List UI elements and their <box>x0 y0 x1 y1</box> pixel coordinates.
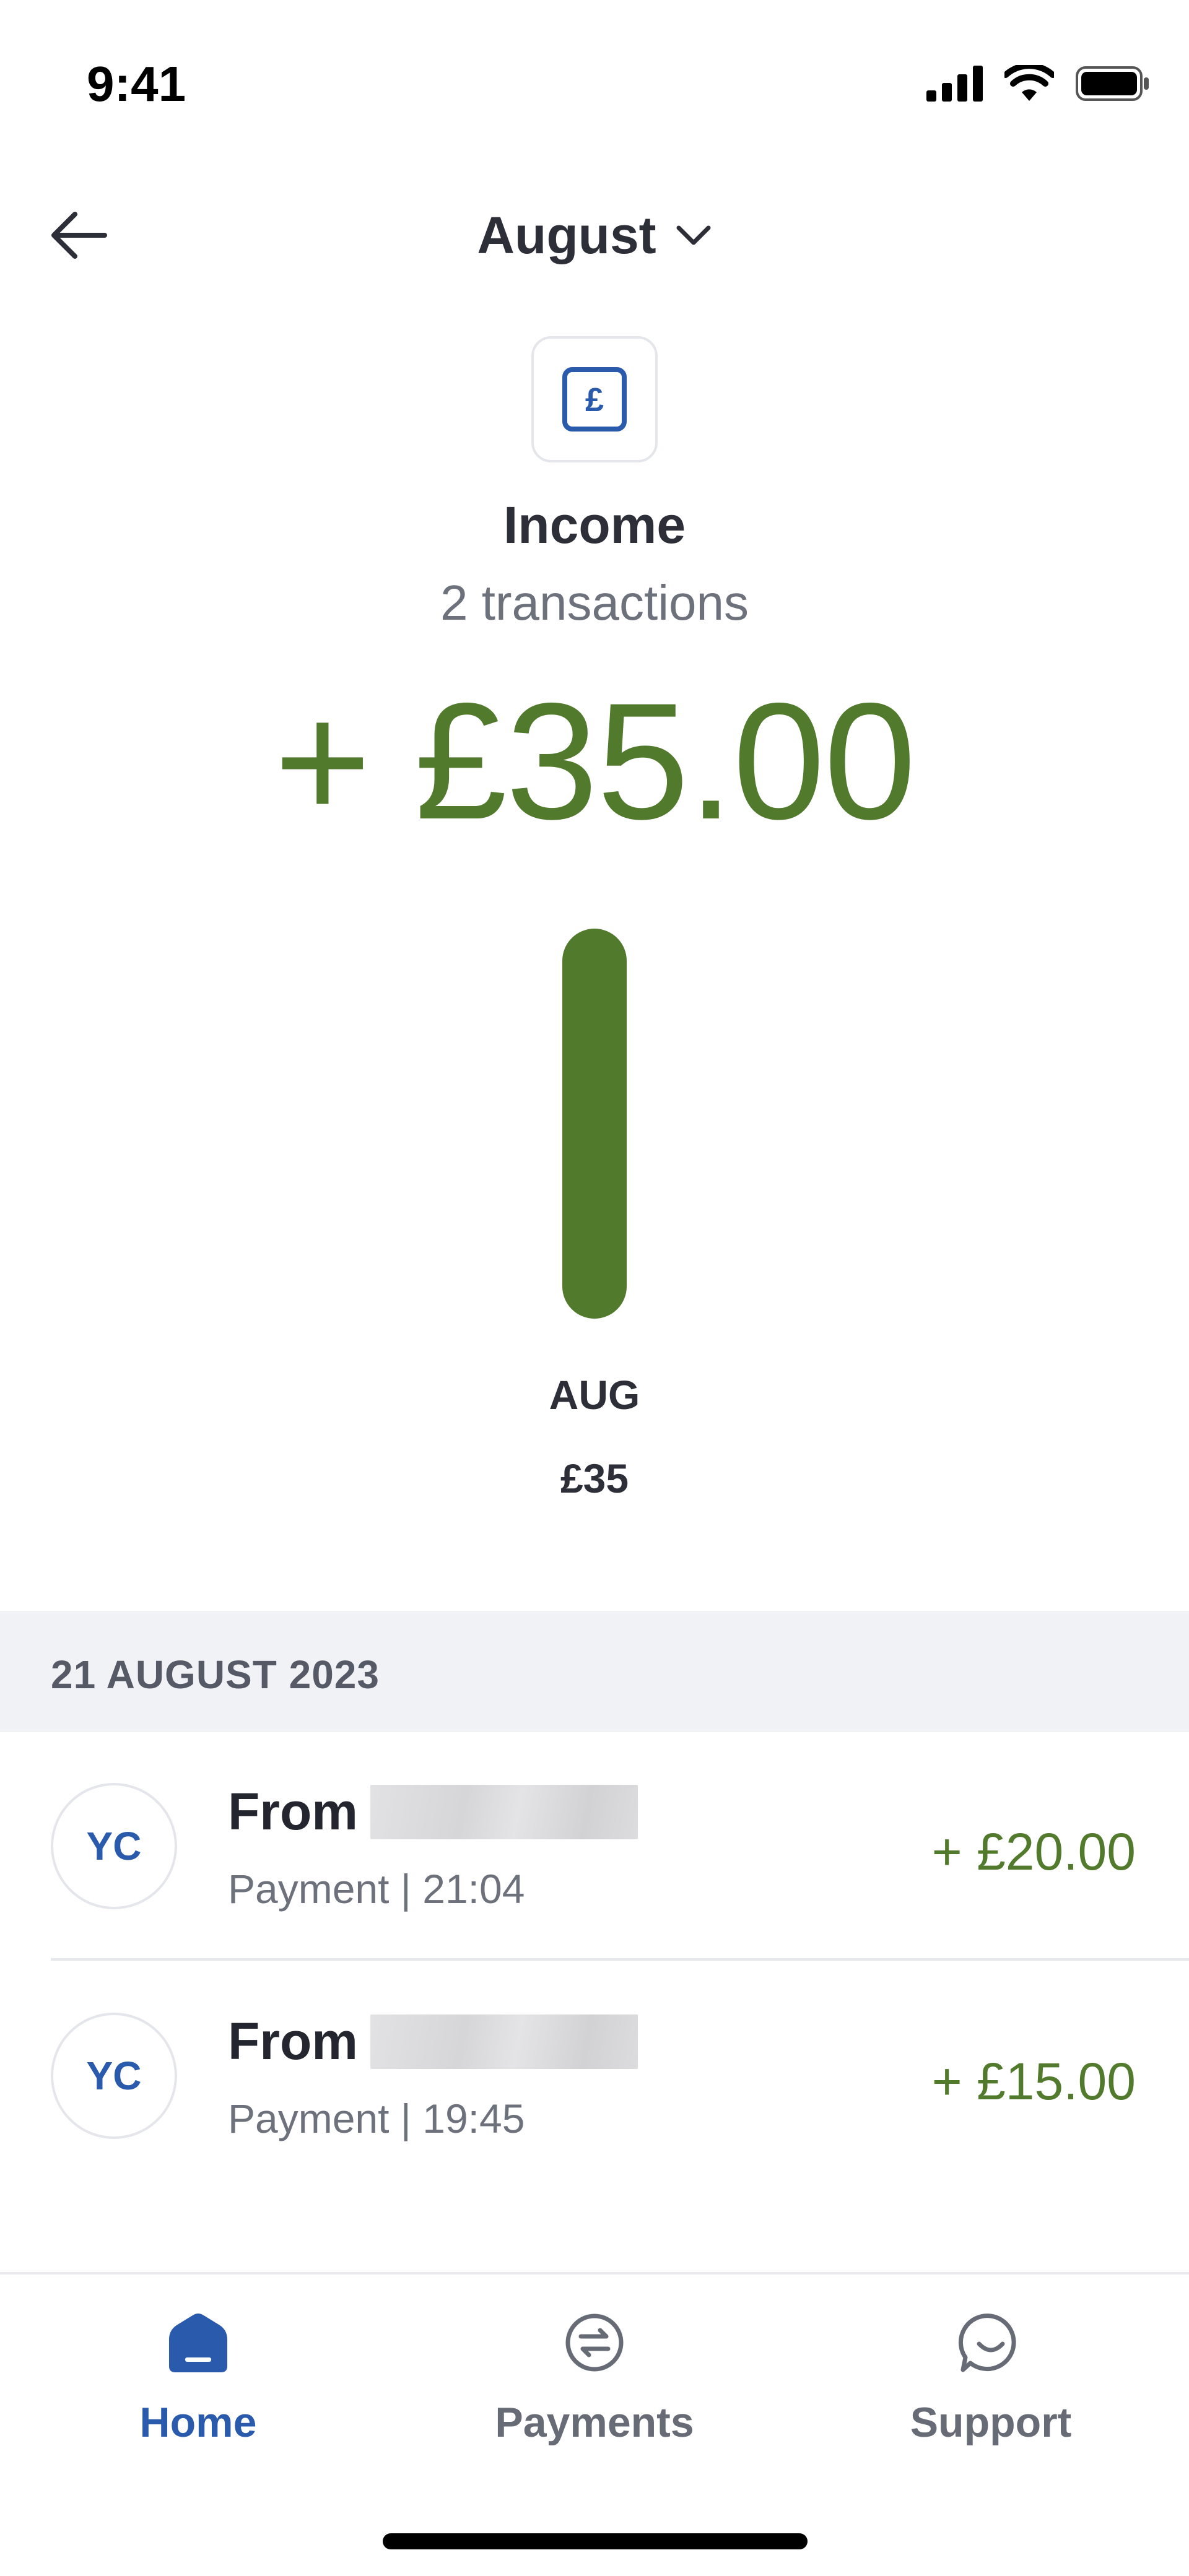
transaction-title: From <box>228 1782 638 1842</box>
home-indicator <box>383 2533 808 2549</box>
nav-support-label: Support <box>910 2399 1072 2446</box>
month-label: August <box>477 206 656 264</box>
chart-month-label: AUG <box>549 1372 640 1418</box>
payments-icon <box>565 2314 624 2372</box>
transaction-amount: + £15.00 <box>931 2052 1136 2110</box>
transaction-subtitle: Payment | 19:45 <box>228 2096 525 2141</box>
status-time: 9:41 <box>87 56 186 111</box>
income-chart <box>562 929 627 1319</box>
date-label: 21 AUGUST 2023 <box>51 1652 380 1697</box>
transaction-row[interactable]: YC From Payment | 21:04 + £20.00 <box>0 1732 1189 1961</box>
status-icons <box>926 65 1151 102</box>
wifi-icon <box>1004 65 1054 101</box>
redacted-name <box>370 2014 638 2069</box>
avatar: YC <box>51 1783 177 1909</box>
summary-title: Income <box>503 496 686 554</box>
row-divider <box>51 1958 1189 1961</box>
chart-bar <box>562 929 627 1319</box>
nav-home-label: Home <box>139 2399 257 2446</box>
battery-icon <box>1076 66 1149 101</box>
month-selector[interactable]: August <box>0 201 1189 269</box>
nav-support[interactable]: Support <box>793 2312 1189 2447</box>
support-icon <box>958 2314 1016 2372</box>
transaction-subtitle: Payment | 21:04 <box>228 1866 525 1912</box>
pound-icon: £ <box>562 367 627 432</box>
home-icon <box>169 2314 227 2372</box>
pound-symbol: £ <box>585 381 604 418</box>
transaction-title-text: From <box>228 2012 358 2070</box>
chart-value-label: £35 <box>560 1455 629 1501</box>
signal-icon <box>926 66 983 102</box>
avatar: YC <box>51 2013 177 2139</box>
nav-payments[interactable]: Payments <box>396 2312 793 2447</box>
bottom-navigation: Home Payments Support <box>0 2272 1189 2576</box>
transaction-title: From <box>228 2011 638 2071</box>
date-section-header: 21 AUGUST 2023 <box>0 1611 1189 1732</box>
nav-home[interactable]: Home <box>0 2312 396 2447</box>
total-amount: + £35.00 <box>274 668 917 854</box>
nav-payments-label: Payments <box>495 2399 694 2446</box>
transaction-title-text: From <box>228 1782 358 1841</box>
transaction-row[interactable]: YC From Payment | 19:45 + £15.00 <box>0 1962 1189 2191</box>
transaction-amount: + £20.00 <box>931 1823 1136 1881</box>
redacted-name <box>370 1784 638 1839</box>
income-category-badge: £ <box>531 336 658 462</box>
transaction-count: 2 transactions <box>440 575 749 630</box>
chevron-down-icon <box>676 225 711 245</box>
